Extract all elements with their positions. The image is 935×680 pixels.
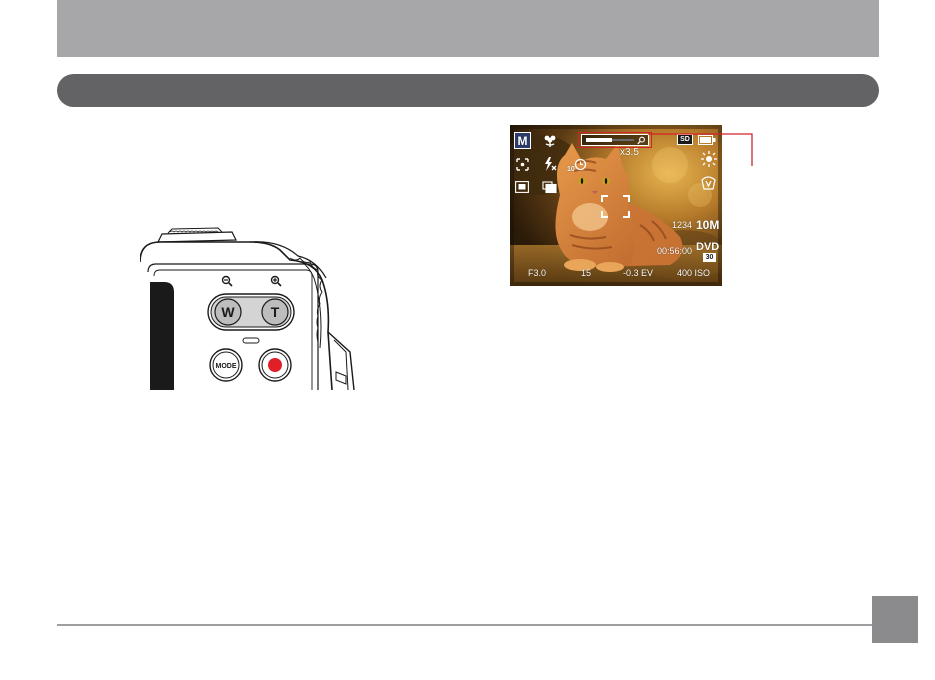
mode-label: MODE — [216, 363, 237, 370]
self-timer-value: 10 — [567, 166, 575, 173]
record-time: 00:56:00 — [657, 246, 693, 256]
section-title-bar — [57, 74, 879, 107]
shots-remaining: 1234 — [672, 220, 693, 230]
exposure-compensation: -0.3 EV — [623, 268, 654, 278]
metering-icon — [516, 158, 529, 171]
stabilizer-icon — [701, 176, 716, 190]
shutter-speed: 15 — [581, 268, 592, 278]
video-fps: 30 — [703, 253, 716, 262]
face-detection-icon — [515, 181, 529, 193]
self-timer-icon — [574, 158, 587, 171]
zoom-callout-line — [648, 133, 753, 166]
iso-value: 400 ISO — [677, 268, 711, 278]
zoom-highlight-box — [578, 132, 652, 148]
footer-rule — [57, 624, 872, 626]
macro-flower-icon — [544, 135, 556, 147]
page-number-box — [872, 596, 918, 643]
image-size: 10M — [696, 218, 720, 232]
header-bar — [57, 0, 879, 57]
zoom-w-label: W — [221, 304, 235, 320]
continuous-shot-icon — [542, 181, 557, 194]
zoom-t-label: T — [271, 304, 280, 320]
video-format: DVD — [696, 241, 720, 253]
mode-badge: M — [514, 132, 531, 149]
camera-back-illustration: W T MODE — [140, 227, 355, 390]
zoom-readout: x3.5 — [620, 147, 639, 158]
focus-frame — [601, 195, 630, 218]
aperture: F3.0 — [528, 268, 547, 278]
record-dot-icon — [268, 358, 282, 372]
flash-off-icon — [545, 157, 557, 171]
